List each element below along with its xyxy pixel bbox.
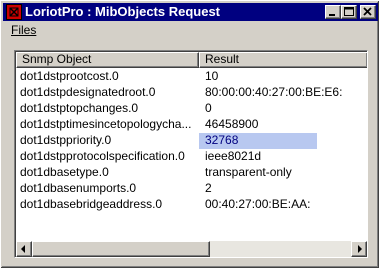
list-row[interactable]: dot1dstprootcost.0 10 xyxy=(16,69,367,85)
column-header-result[interactable]: Result xyxy=(199,52,367,68)
snmp-object-cell: dot1dstprootcost.0 xyxy=(20,69,119,83)
result-cell: 10 xyxy=(205,69,219,83)
menu-files[interactable]: Files xyxy=(11,23,36,38)
scroll-thumb[interactable] xyxy=(32,241,210,257)
result-cell: 32768 xyxy=(199,133,317,149)
minimize-button[interactable] xyxy=(325,5,341,19)
horizontal-scrollbar[interactable] xyxy=(16,241,367,257)
title-bar[interactable]: LoriotPro : MibObjects Request xyxy=(3,3,378,21)
mib-objects-list[interactable]: Snmp Object Result dot1dstprootcost.0 10… xyxy=(14,50,368,258)
arrow-right-icon xyxy=(358,245,362,253)
snmp-object-cell: dot1dstppriority.0 xyxy=(20,133,112,147)
maximize-icon xyxy=(344,7,354,16)
list-row[interactable]: dot1dstpprotocolspecification.0 ieee8021… xyxy=(16,149,367,165)
result-cell: 80:00:00:40:27:00:BE:E6: xyxy=(205,85,343,99)
list-header: Snmp Object Result xyxy=(16,52,367,68)
snmp-object-cell: dot1dbasenumports.0 xyxy=(20,181,137,195)
list-row[interactable]: dot1dstptimesincetopologycha... 46458900 xyxy=(16,117,367,133)
list-row-selected[interactable]: dot1dstppriority.0 32768 xyxy=(16,133,367,149)
result-cell: transparent-only xyxy=(205,165,292,179)
snmp-object-cell: dot1dstptimesincetopologycha... xyxy=(20,117,192,131)
loriotpro-app-icon[interactable] xyxy=(6,4,22,20)
scroll-right-button[interactable] xyxy=(351,241,367,257)
list-rows: dot1dstprootcost.0 10 dot1dstpdesignated… xyxy=(16,69,367,213)
window-title: LoriotPro : MibObjects Request xyxy=(25,4,221,19)
result-cell: 2 xyxy=(205,181,212,195)
snmp-object-cell: dot1dstptopchanges.0 xyxy=(20,101,139,115)
menu-bar: Files xyxy=(3,22,378,39)
close-icon xyxy=(363,7,372,16)
list-row[interactable]: dot1dbasebridgeaddress.0 00:40:27:00:BE:… xyxy=(16,197,367,213)
mibobjects-request-window: LoriotPro : MibObjects Request Files Snm… xyxy=(0,0,380,269)
list-row[interactable]: dot1dbasetype.0 transparent-only xyxy=(16,165,367,181)
result-cell: ieee8021d xyxy=(205,149,262,163)
snmp-object-cell: dot1dbasebridgeaddress.0 xyxy=(20,197,163,211)
menu-files-label: Files xyxy=(11,23,37,37)
close-button[interactable] xyxy=(360,5,376,19)
scroll-left-button[interactable] xyxy=(16,241,32,257)
result-cell: 46458900 xyxy=(205,117,259,131)
result-cell: 0 xyxy=(205,101,212,115)
list-row[interactable]: dot1dbasenumports.0 2 xyxy=(16,181,367,197)
arrow-left-icon xyxy=(21,245,25,253)
snmp-object-cell: dot1dstpprotocolspecification.0 xyxy=(20,149,185,163)
list-row[interactable]: dot1dstptopchanges.0 0 xyxy=(16,101,367,117)
column-header-snmp-object[interactable]: Snmp Object xyxy=(16,52,199,68)
result-cell: 00:40:27:00:BE:AA: xyxy=(205,197,311,211)
list-row[interactable]: dot1dstpdesignatedroot.0 80:00:00:40:27:… xyxy=(16,85,367,101)
maximize-button[interactable] xyxy=(341,5,357,19)
snmp-object-cell: dot1dbasetype.0 xyxy=(20,165,109,179)
minimize-icon xyxy=(329,14,335,16)
snmp-object-cell: dot1dstpdesignatedroot.0 xyxy=(20,85,156,99)
